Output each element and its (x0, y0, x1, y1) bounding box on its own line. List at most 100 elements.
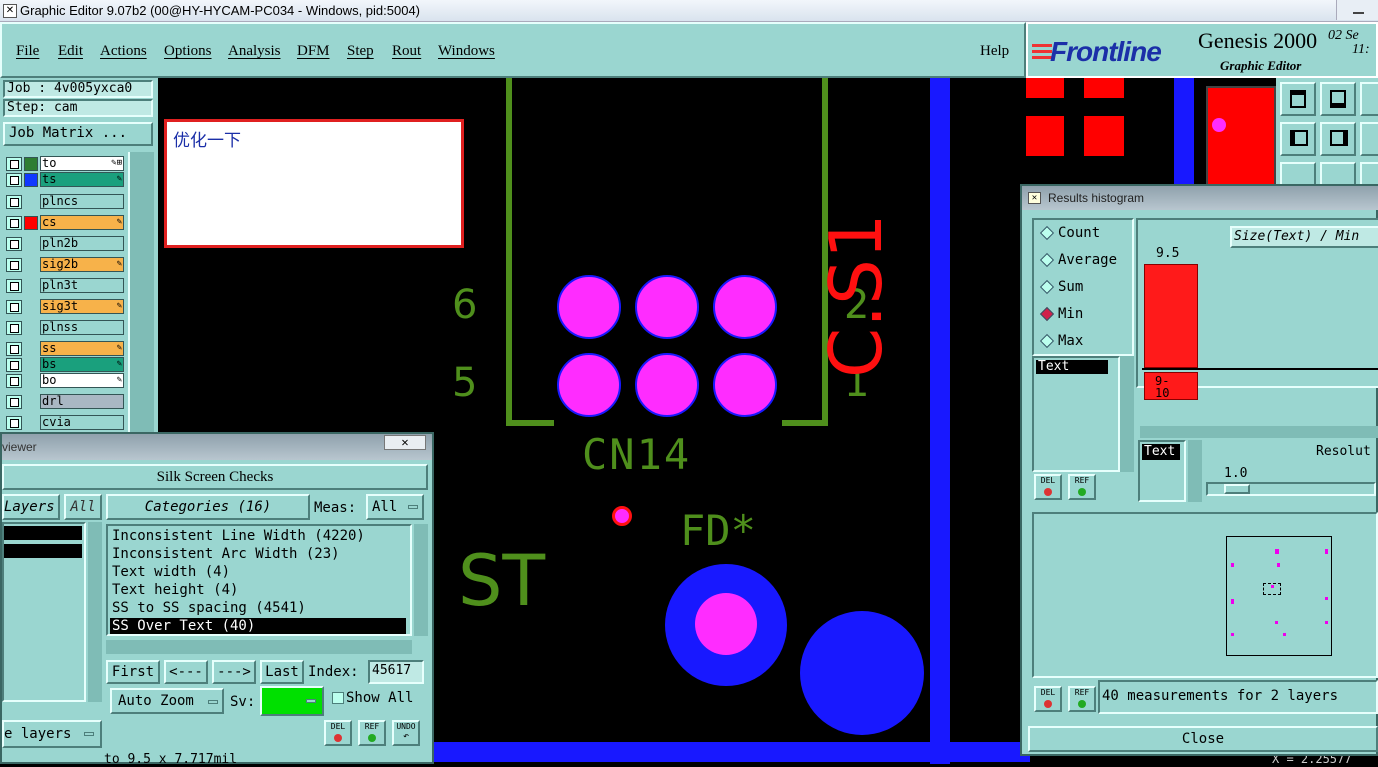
layer-name[interactable]: bo ✎ (40, 373, 124, 388)
layer-name[interactable]: ts ✎ (40, 172, 124, 187)
layer-row[interactable]: bo ✎ (6, 373, 126, 388)
ref-button[interactable]: REF (1068, 474, 1096, 500)
stat-option-sum[interactable]: Sum (1038, 278, 1128, 298)
layer-checkbox[interactable] (6, 395, 22, 409)
layer-row[interactable]: bs ✎ (6, 357, 126, 372)
del-button[interactable]: DEL (324, 720, 352, 746)
menu-actions[interactable]: Actions (100, 43, 147, 60)
category-item[interactable]: Inconsistent Arc Width (23) (110, 546, 406, 562)
layer-name[interactable]: cvia (40, 415, 124, 430)
ref-button[interactable]: REF (358, 720, 386, 746)
layer-list-scrollbar[interactable] (88, 522, 102, 702)
layer-checkbox[interactable] (6, 321, 22, 335)
layer-row[interactable]: sig3t ✎ (6, 299, 126, 314)
meas-select[interactable]: All (366, 494, 424, 520)
menu-dfm[interactable]: DFM (297, 43, 330, 60)
sv-color-select[interactable] (260, 686, 324, 716)
layer-name[interactable]: sig3t ✎ (40, 299, 124, 314)
layer-name[interactable]: pln3t (40, 278, 124, 293)
layer-row[interactable]: sig2b ✎ (6, 257, 126, 272)
layer-checkbox[interactable] (6, 237, 22, 251)
pan-down-icon[interactable] (1320, 82, 1356, 116)
layer-row[interactable]: pln3t (6, 278, 126, 293)
layer-name[interactable]: drl (40, 394, 124, 409)
layer-row[interactable]: ss ✎ (6, 341, 126, 356)
redo-view-icon[interactable] (1360, 122, 1378, 156)
del-button[interactable]: DEL (1034, 474, 1062, 500)
minimize-button[interactable] (1336, 0, 1378, 20)
close-button[interactable]: Close (1028, 726, 1378, 752)
layer-name[interactable]: bs ✎ (40, 357, 124, 372)
menu-step[interactable]: Step (347, 43, 374, 60)
chart-hscrollbar[interactable] (1140, 426, 1378, 438)
categories-list[interactable]: Inconsistent Line Width (4220) Inconsiste… (106, 524, 412, 636)
layer-name[interactable]: pln2b (40, 236, 124, 251)
text-scrollbar[interactable] (1188, 440, 1202, 502)
menu-options[interactable]: Options (164, 43, 212, 60)
layer-name[interactable]: ss ✎ (40, 341, 124, 356)
menu-windows[interactable]: Windows (438, 43, 495, 60)
layer-row[interactable]: pln2b (6, 236, 126, 251)
overview-map[interactable] (1226, 536, 1332, 656)
ref-button[interactable]: REF (1068, 686, 1096, 712)
layer-row[interactable]: cs ✎ (6, 215, 126, 230)
layer-row[interactable]: drl (6, 394, 126, 409)
undo-view-icon[interactable] (1360, 82, 1378, 116)
all-layers-button[interactable]: All (64, 494, 102, 520)
category-item[interactable]: SS to SS spacing (4541) (110, 600, 406, 616)
categories-hscrollbar[interactable] (106, 640, 412, 654)
auto-zoom-select[interactable]: Auto Zoom (110, 688, 224, 714)
layer-checkbox[interactable] (6, 157, 22, 171)
layer-checkbox[interactable] (6, 416, 22, 430)
menu-analysis[interactable]: Analysis (228, 43, 281, 60)
job-matrix-button[interactable]: Job Matrix ... (3, 122, 153, 146)
categories-scrollbar[interactable] (414, 524, 428, 636)
menu-file[interactable]: File (16, 43, 39, 60)
layer-row[interactable]: to ✎⊞ (6, 156, 126, 171)
layer-checkbox[interactable] (6, 342, 22, 356)
layer-row[interactable]: cvia (6, 415, 126, 430)
stat-option-min[interactable]: Min (1038, 305, 1128, 325)
layer-name[interactable]: plncs (40, 194, 124, 209)
layer-name[interactable]: sig2b ✎ (40, 257, 124, 272)
show-all-checkbox[interactable] (332, 692, 344, 704)
layer-name[interactable]: to ✎⊞ (40, 156, 124, 171)
categories-button[interactable]: Categories (16) (106, 494, 310, 520)
histogram-bar[interactable] (1144, 264, 1198, 368)
list-scrollbar[interactable] (1120, 356, 1134, 472)
layer-row[interactable]: plncs (6, 194, 126, 209)
stat-option-count[interactable]: Count (1038, 224, 1128, 244)
pan-right-icon[interactable] (1320, 122, 1356, 156)
index-input[interactable]: 45617 (368, 660, 424, 684)
resolution-slider[interactable] (1206, 482, 1376, 496)
layers-scope-select[interactable]: e layers (2, 720, 102, 748)
undo-button[interactable]: UNDO ↶ (392, 720, 420, 746)
layer-checkbox[interactable] (6, 358, 22, 372)
category-item[interactable]: SS Over Text (40) (110, 618, 406, 634)
del-button[interactable]: DEL (1034, 686, 1062, 712)
pan-left-icon[interactable] (1280, 122, 1316, 156)
layer-row[interactable]: plnss (6, 320, 126, 335)
pan-up-icon[interactable] (1280, 82, 1316, 116)
category-item[interactable]: Inconsistent Line Width (4220) (110, 528, 406, 544)
histogram-layer-list[interactable]: Text (1032, 356, 1120, 472)
menu-rout[interactable]: Rout (392, 43, 421, 60)
layer-name[interactable]: cs ✎ (40, 215, 124, 230)
layer-checkbox[interactable] (6, 258, 22, 272)
next-button[interactable]: ---> (212, 660, 256, 684)
layer-checkbox[interactable] (6, 300, 22, 314)
viewer-layer-list[interactable] (2, 522, 86, 702)
layer-checkbox[interactable] (6, 216, 22, 230)
list-item[interactable]: Text (1036, 360, 1108, 374)
stat-option-average[interactable]: Average (1038, 251, 1128, 271)
stat-option-max[interactable]: Max (1038, 332, 1128, 352)
layer-checkbox[interactable] (6, 279, 22, 293)
text-button[interactable]: Text (1142, 444, 1180, 460)
category-item[interactable]: Text height (4) (110, 582, 406, 598)
layer-name[interactable]: plnss (40, 320, 124, 335)
category-item[interactable]: Text width (4) (110, 564, 406, 580)
first-button[interactable]: First (106, 660, 160, 684)
layer-checkbox[interactable] (6, 173, 22, 187)
slider-handle[interactable] (1224, 484, 1250, 494)
layer-checkbox[interactable] (6, 374, 22, 388)
